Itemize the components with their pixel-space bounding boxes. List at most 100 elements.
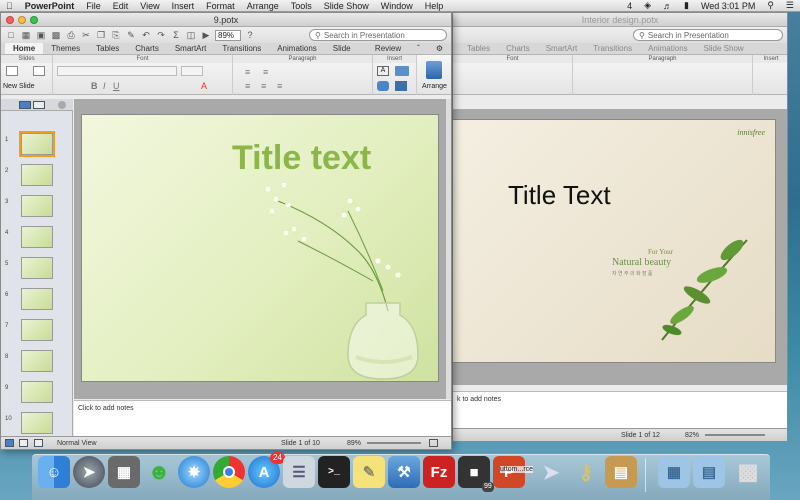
menu-view[interactable]: View [134, 1, 165, 11]
slide-thumbnail-7[interactable] [21, 319, 53, 341]
ribbon-collapse-icon[interactable]: ˆ [409, 43, 428, 54]
slide-thumbnail-2[interactable] [21, 164, 53, 186]
tab-transitions[interactable]: Transitions [585, 43, 640, 54]
mail-send-icon[interactable]: ➤ [535, 456, 567, 488]
save-icon[interactable]: ▩ [50, 29, 62, 41]
zoom-button[interactable] [30, 15, 38, 24]
terminal-icon[interactable]: >_ [318, 456, 350, 488]
templates-icon[interactable]: ▦ [20, 29, 32, 41]
arrange-icon[interactable] [426, 61, 442, 79]
numbering-icon[interactable]: ≡ [263, 67, 268, 77]
notes-pane[interactable]: Click to add notes [74, 400, 451, 436]
xcode-icon[interactable]: ⚒ [388, 456, 420, 488]
search-field[interactable]: ⚲ Search in Presentation [309, 29, 447, 41]
bullets-icon[interactable]: ≡ [245, 67, 250, 77]
menu-format[interactable]: Format [200, 1, 241, 11]
close-button[interactable] [6, 15, 14, 24]
tab-slide-show[interactable]: Slide Show [325, 43, 367, 65]
zoom-slider[interactable] [705, 434, 765, 436]
normal-view-tab[interactable] [19, 101, 31, 109]
tab-transitions[interactable]: Transitions [214, 43, 269, 54]
safari-icon[interactable]: ✵ [178, 456, 210, 488]
font-color-icon[interactable]: A [201, 81, 207, 91]
slide-thumbnail-6[interactable] [21, 288, 53, 310]
paste-icon[interactable]: ⎘ [110, 29, 122, 41]
adium-icon[interactable]: ☻ [143, 456, 175, 488]
align-left-icon[interactable]: ≡ [245, 81, 250, 91]
search-field[interactable]: ⚲ Search in Presentation [633, 29, 783, 41]
sum-icon[interactable]: Σ [170, 29, 182, 41]
wifi-icon[interactable]: ◈ [638, 0, 657, 11]
undo-icon[interactable]: ↶ [140, 29, 152, 41]
fit-to-window-icon[interactable] [429, 439, 438, 447]
spotlight-icon[interactable]: ⚲ [761, 0, 780, 11]
cut-icon[interactable]: ✂ [80, 29, 92, 41]
chrome-icon[interactable] [213, 456, 245, 488]
align-center-icon[interactable]: ≡ [261, 81, 266, 91]
slideshow-button[interactable] [34, 439, 43, 447]
slide-thumbnail-8[interactable] [21, 350, 53, 372]
slide-thumbnail-10[interactable] [21, 412, 53, 434]
format-painter-icon[interactable]: ✎ [125, 29, 137, 41]
ribbon-settings-icon[interactable]: ⚙ [428, 43, 451, 54]
italic-button[interactable]: I [103, 81, 106, 91]
keychain-icon[interactable]: ⚷ [570, 456, 602, 488]
tab-tables[interactable]: Tables [459, 43, 498, 54]
slide-thumbnail-3[interactable] [21, 195, 53, 217]
slide-canvas[interactable]: innisfree Title Text For Your Natural be… [453, 119, 776, 363]
menu-app-name[interactable]: PowerPoint [19, 1, 81, 11]
menu-edit[interactable]: Edit [107, 1, 135, 11]
vertical-scrollbar[interactable] [446, 99, 451, 399]
slide-thumbnail-9[interactable] [21, 381, 53, 403]
bold-button[interactable]: B [91, 81, 98, 91]
menu-help[interactable]: Help [419, 1, 450, 11]
slide-canvas[interactable]: Title text [81, 114, 439, 382]
redo-icon[interactable]: ↷ [155, 29, 167, 41]
zoom-slider[interactable] [367, 442, 421, 444]
tab-smartart[interactable]: SmartArt [167, 43, 215, 54]
slide-title[interactable]: Title Text [508, 180, 611, 211]
layout-icon[interactable] [33, 66, 45, 76]
tab-animations[interactable]: Animations [269, 43, 325, 54]
stickies-icon[interactable]: ✎ [353, 456, 385, 488]
open-icon[interactable]: ▣ [35, 29, 47, 41]
underline-button[interactable]: U [113, 81, 120, 91]
copy-icon[interactable]: ❐ [95, 29, 107, 41]
slide-thumbnail-4[interactable] [21, 226, 53, 248]
finder-icon[interactable]: ☺ [38, 456, 70, 488]
slide-sorter-button[interactable] [19, 439, 28, 447]
zoom-field[interactable]: 89% [215, 29, 241, 41]
launchpad-icon[interactable]: ➤ [73, 456, 105, 488]
shape-icon[interactable] [377, 81, 389, 91]
tab-themes[interactable]: Themes [43, 43, 88, 54]
preview-icon[interactable]: ☰ [283, 456, 315, 488]
slide-thumbnail-1[interactable] [19, 131, 55, 157]
arrange-button[interactable]: Arrange [422, 83, 447, 90]
print-icon[interactable]: ⎙ [65, 29, 77, 41]
align-right-icon[interactable]: ≡ [277, 81, 282, 91]
menu-window[interactable]: Window [375, 1, 419, 11]
tab-charts[interactable]: Charts [498, 43, 538, 54]
insert-media-icon[interactable] [395, 81, 407, 91]
close-pane-icon[interactable] [58, 101, 66, 109]
tab-slide-show[interactable]: Slide Show [696, 43, 752, 54]
menu-tools[interactable]: Tools [285, 1, 318, 11]
picture-icon[interactable] [395, 66, 409, 76]
tab-home[interactable]: Home [5, 43, 44, 54]
menu-clock[interactable]: Wed 3:01 PM [695, 1, 761, 11]
text-box-icon[interactable]: A [377, 66, 389, 76]
tab-animations[interactable]: Animations [640, 43, 696, 54]
applications-folder-icon[interactable]: ▦ [658, 456, 690, 488]
window-titlebar[interactable]: Interior design.potx [453, 13, 787, 27]
outline-view-tab[interactable] [33, 101, 45, 109]
new-slide-button[interactable]: New Slide [3, 83, 35, 90]
menu-arrange[interactable]: Arrange [241, 1, 285, 11]
trash-icon[interactable]: ▩ [732, 456, 764, 488]
help-icon[interactable]: ? [244, 29, 256, 41]
menu-file[interactable]: File [80, 1, 107, 11]
tab-smartart[interactable]: SmartArt [538, 43, 586, 54]
menu-slide-show[interactable]: Slide Show [318, 1, 375, 11]
tab-charts[interactable]: Charts [127, 43, 167, 54]
font-size-field[interactable] [181, 66, 203, 76]
documents-folder-icon[interactable]: ▤ [693, 456, 725, 488]
